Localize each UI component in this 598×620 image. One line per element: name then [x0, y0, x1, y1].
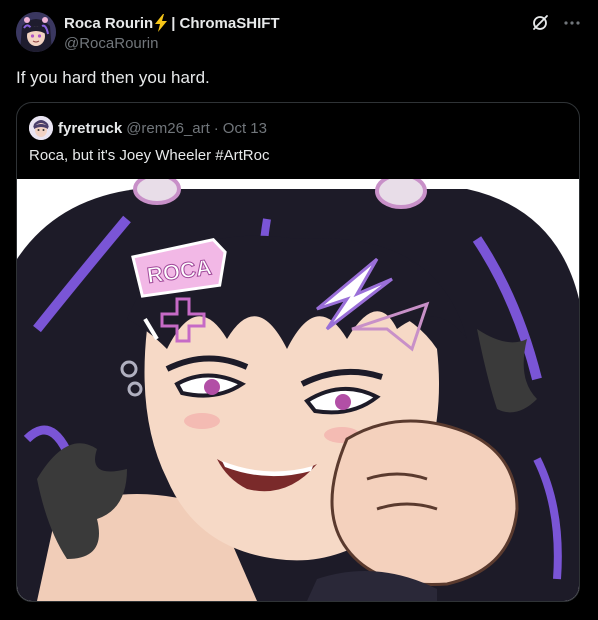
lightning-bolt-icon — [154, 14, 168, 32]
author-name-row[interactable]: Roca Rourin | ChromaSHIFT — [64, 13, 280, 33]
artwork-illustration: ROCA — [17, 179, 579, 601]
quoted-post-text: Roca, but it's Joey Wheeler #ArtRoc — [29, 147, 270, 164]
tweet[interactable]: Roca Rourin | ChromaSHIFT @RocaRourin If… — [0, 0, 598, 620]
quoted-post-header: fyretruck @rem26_art · Oct 13 — [29, 116, 267, 140]
quoted-author-avatar[interactable] — [29, 116, 53, 140]
quoted-author-name[interactable]: fyretruck — [58, 120, 122, 137]
quoted-post[interactable]: fyretruck @rem26_art · Oct 13 Roca, but … — [16, 102, 580, 602]
quoted-separator: · — [213, 119, 219, 137]
post-text: If you hard then you hard. — [16, 68, 210, 87]
quoted-post-image[interactable]: ROCA — [17, 179, 579, 601]
more-dots-icon[interactable] — [562, 13, 582, 33]
author-avatar[interactable] — [16, 12, 56, 52]
author-handle[interactable]: @RocaRourin — [64, 35, 158, 52]
grok-icon[interactable] — [530, 13, 550, 33]
author-name-suffix: | ChromaSHIFT — [171, 14, 280, 32]
post-actions — [530, 13, 582, 33]
quoted-post-date[interactable]: Oct 13 — [223, 120, 267, 137]
quoted-author-handle[interactable]: @rem26_art — [126, 120, 210, 137]
author-name[interactable]: Roca Rourin — [64, 15, 153, 32]
